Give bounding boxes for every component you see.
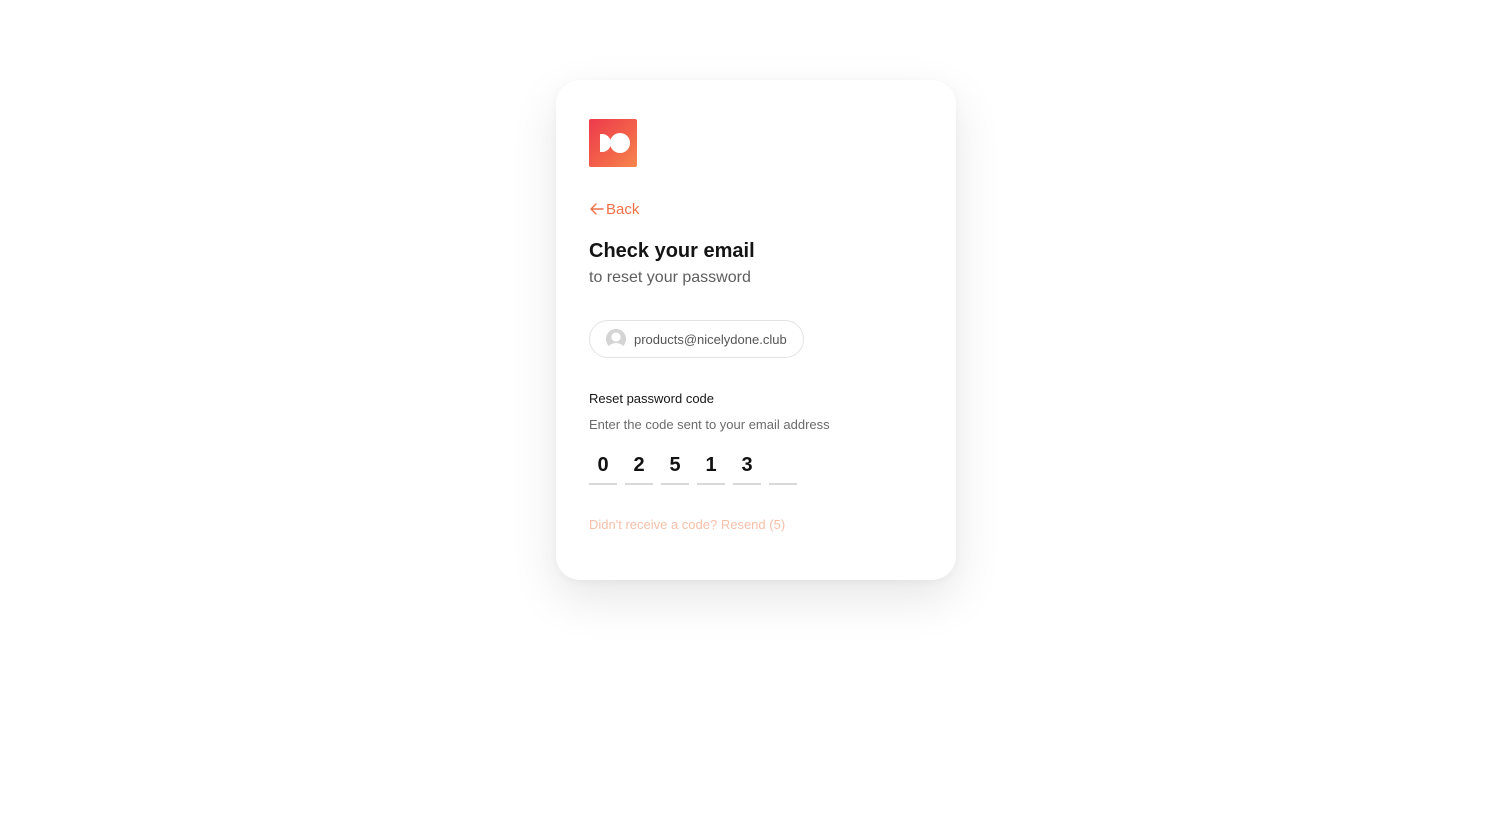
code-digit-1[interactable] [589, 447, 617, 485]
arrow-left-icon [590, 203, 604, 215]
code-digit-4[interactable] [697, 447, 725, 485]
identity-chip[interactable]: products@nicelydone.club [589, 320, 804, 358]
reset-code-hint: Enter the code sent to your email addres… [589, 417, 830, 432]
brand-logo [589, 119, 637, 167]
back-link-label: Back [606, 200, 640, 218]
code-digit-3[interactable] [661, 447, 689, 485]
user-avatar-icon [606, 329, 626, 349]
identity-email: products@nicelydone.club [634, 331, 787, 347]
reset-code-label: Reset password code [589, 391, 715, 406]
brand-logo-icon [600, 133, 630, 153]
page-subtitle: to reset your password [589, 269, 751, 286]
resend-code-link[interactable]: Didn't receive a code? Resend (5) [589, 517, 923, 533]
reset-code-input-group [589, 447, 923, 485]
code-digit-2[interactable] [625, 447, 653, 485]
reset-password-card: Back Check your email to reset your pass… [556, 80, 956, 580]
code-digit-6[interactable] [769, 447, 797, 485]
code-digit-5[interactable] [733, 447, 761, 485]
page-title: Check your email [589, 240, 755, 262]
back-link[interactable]: Back [589, 200, 639, 218]
